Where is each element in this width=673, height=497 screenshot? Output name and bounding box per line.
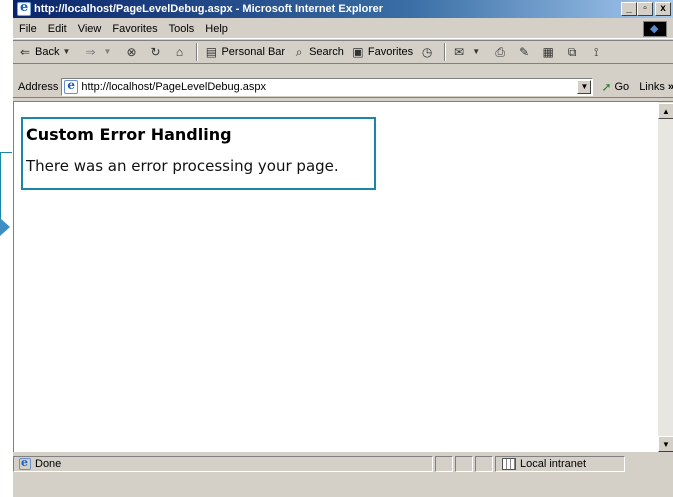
page-content: Custom Error Handling There was an error…	[13, 101, 658, 452]
scroll-down-icon[interactable]: ▼	[658, 436, 673, 452]
address-label: Address	[18, 80, 59, 93]
personal-bar-button[interactable]: ▤ Personal Bar	[204, 45, 285, 59]
address-input[interactable]: http://localhost/PageLevelDebug.aspx ▼	[61, 77, 594, 96]
links-button[interactable]: Links »	[639, 81, 673, 93]
menu-bar: File Edit View Favorites Tools Help	[13, 19, 673, 39]
links-label: Links	[639, 80, 665, 93]
mail-button[interactable]: ✉ ▼	[452, 45, 486, 59]
error-panel: Custom Error Handling There was an error…	[21, 117, 376, 190]
window-controls: _ ▫ x	[621, 2, 671, 16]
address-url: http://localhost/PageLevelDebug.aspx	[81, 80, 267, 93]
close-button[interactable]: x	[655, 2, 671, 16]
menu-view[interactable]: View	[78, 23, 102, 35]
ie-page-icon	[19, 456, 31, 470]
window-title: http://localhost/PageLevelDebug.aspx - M…	[34, 3, 384, 15]
zone-label: Local intranet	[520, 458, 587, 470]
history-icon: ◷	[421, 45, 433, 59]
discuss-button[interactable]: ▦	[541, 45, 558, 59]
search-button[interactable]: ⌕ Search	[292, 45, 344, 59]
home-icon: ⌂	[175, 45, 184, 59]
browser-window: http://localhost/PageLevelDebug.aspx - M…	[12, 0, 673, 497]
print-icon: ⎙	[495, 45, 505, 59]
back-arrow-icon: ⇐	[19, 45, 31, 59]
forward-arrow-icon: ⇒	[85, 45, 96, 59]
search-icon: ⌕	[295, 45, 303, 59]
ie-page-icon	[17, 0, 31, 16]
related-icon: ⟟	[593, 45, 599, 59]
status-privacy-cell	[475, 456, 493, 472]
status-text: Done	[35, 458, 62, 470]
history-button[interactable]: ◷	[420, 45, 437, 59]
local-intranet-icon	[502, 458, 516, 470]
favorites-icon: ▣	[352, 45, 364, 59]
status-zone-panel: Local intranet	[495, 456, 625, 472]
search-label: Search	[309, 46, 344, 58]
links-chevron-icon: »	[668, 81, 673, 93]
menu-file[interactable]: File	[19, 23, 37, 35]
mail-icon: ✉	[454, 45, 465, 59]
home-button[interactable]: ⌂	[172, 45, 189, 59]
scroll-up-icon[interactable]: ▲	[658, 103, 673, 119]
stop-icon: ⊗	[126, 45, 137, 59]
page-heading: Custom Error Handling	[26, 125, 232, 144]
go-label: Go	[614, 80, 630, 93]
dropdown-icon: ▼	[472, 47, 481, 56]
dropdown-icon: ▼	[103, 47, 112, 56]
related-button[interactable]: ⟟	[589, 45, 606, 59]
menu-favorites[interactable]: Favorites	[112, 23, 157, 35]
minimize-button[interactable]: _	[621, 2, 637, 16]
status-text-panel: Done	[13, 456, 433, 472]
edit-icon: ✎	[519, 45, 530, 59]
personal-bar-label: Personal Bar	[221, 46, 286, 58]
address-dropdown-icon[interactable]: ▼	[577, 79, 592, 94]
toolbar-separator	[196, 43, 199, 61]
standard-toolbar: ⇐ Back ▼ ⇒ ▼ ⊗ ↻ ⌂ ▤ Personal Bar ⌕ Sear…	[13, 40, 673, 64]
menu-help[interactable]: Help	[205, 23, 228, 35]
messenger-icon: ⧉	[567, 45, 577, 59]
status-bar: Done Local intranet	[13, 455, 673, 473]
forward-button[interactable]: ⇒ ▼	[83, 45, 117, 59]
address-bar: Address http://localhost/PageLevelDebug.…	[13, 76, 673, 98]
go-arrow-icon: ➚	[601, 79, 612, 94]
favorites-button[interactable]: ▣ Favorites	[351, 45, 413, 59]
personal-bar-icon: ▤	[205, 45, 218, 59]
menu-edit[interactable]: Edit	[48, 23, 67, 35]
back-button[interactable]: ⇐ Back ▼	[18, 45, 76, 59]
back-label: Back	[35, 46, 60, 58]
title-bar[interactable]: http://localhost/PageLevelDebug.aspx - M…	[13, 0, 673, 18]
status-security-cell	[455, 456, 473, 472]
edit-button[interactable]: ✎	[517, 45, 534, 59]
ie-page-icon	[64, 78, 79, 94]
dropdown-icon: ▼	[62, 47, 71, 56]
callout-arrow-icon	[0, 218, 10, 236]
vertical-scrollbar[interactable]: ▲ ▼	[658, 101, 673, 452]
favorites-label: Favorites	[367, 46, 414, 58]
print-button[interactable]: ⎙	[493, 45, 510, 59]
stop-button[interactable]: ⊗	[124, 45, 141, 59]
callout-connector	[0, 152, 1, 222]
discuss-icon: ▦	[542, 45, 554, 59]
ie-throbber-icon	[643, 21, 667, 37]
refresh-button[interactable]: ↻	[148, 45, 165, 59]
go-button[interactable]: ➚ Go	[601, 80, 629, 94]
refresh-icon: ↻	[150, 45, 161, 59]
messenger-button[interactable]: ⧉	[565, 45, 582, 59]
maximize-button[interactable]: ▫	[637, 2, 653, 16]
toolbar-separator	[444, 43, 447, 61]
menu-tools[interactable]: Tools	[169, 23, 195, 35]
status-progress-cell	[435, 456, 453, 472]
error-message: There was an error processing your page.	[26, 157, 339, 175]
